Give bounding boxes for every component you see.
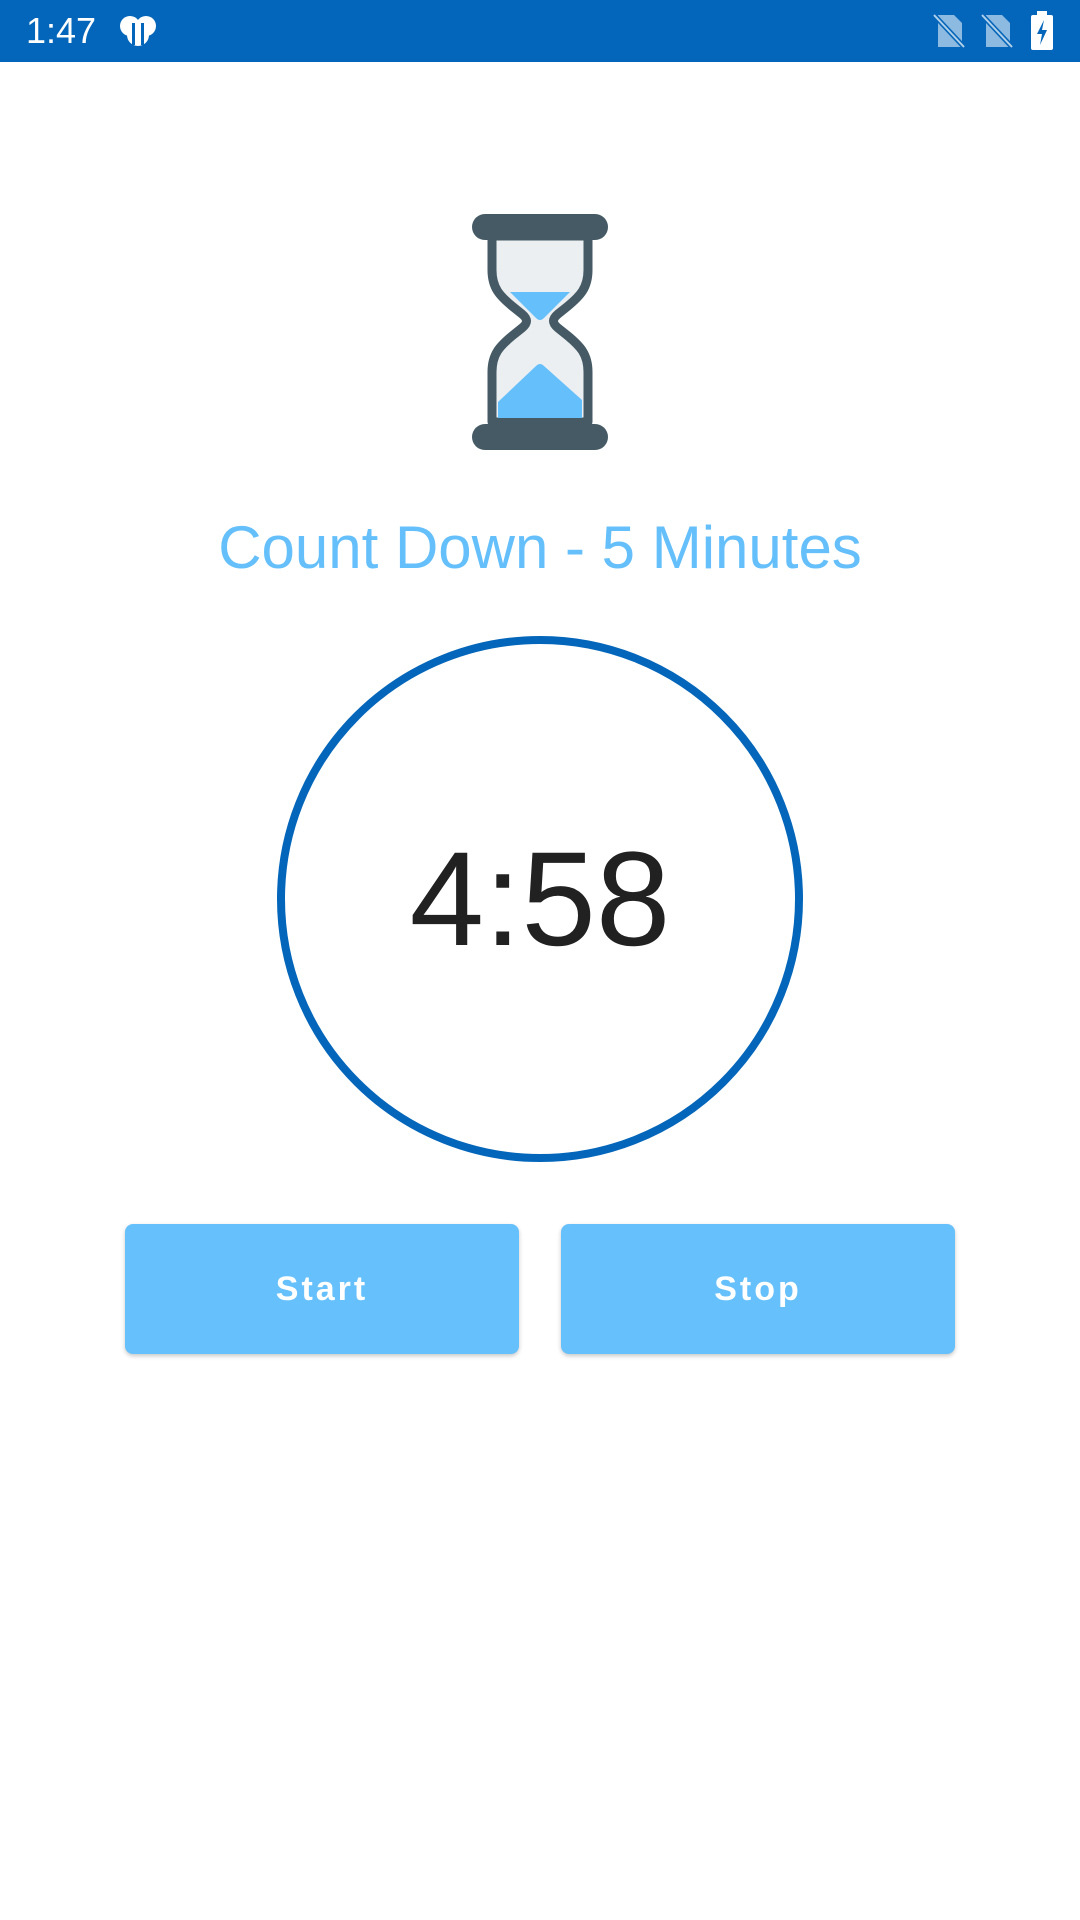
timer-display: 4:58	[409, 824, 671, 974]
battery-charging-icon	[1031, 11, 1053, 50]
no-sim-icon	[980, 13, 1014, 49]
hourglass-icon	[472, 214, 608, 450]
stop-button-label: Stop	[714, 1269, 802, 1308]
start-button[interactable]: Start	[125, 1224, 519, 1354]
no-sim-icon	[932, 13, 966, 49]
countdown-screen: 1:47 Count Down - 5 Minutes 4:58 Start S…	[0, 0, 1080, 1920]
page-title: Count Down - 5 Minutes	[218, 514, 862, 581]
status-bar: 1:47	[0, 0, 1080, 62]
stop-button[interactable]: Stop	[561, 1224, 955, 1354]
status-time: 1:47	[26, 10, 97, 51]
app-notification-icon	[120, 16, 156, 46]
start-button-label: Start	[275, 1269, 369, 1308]
